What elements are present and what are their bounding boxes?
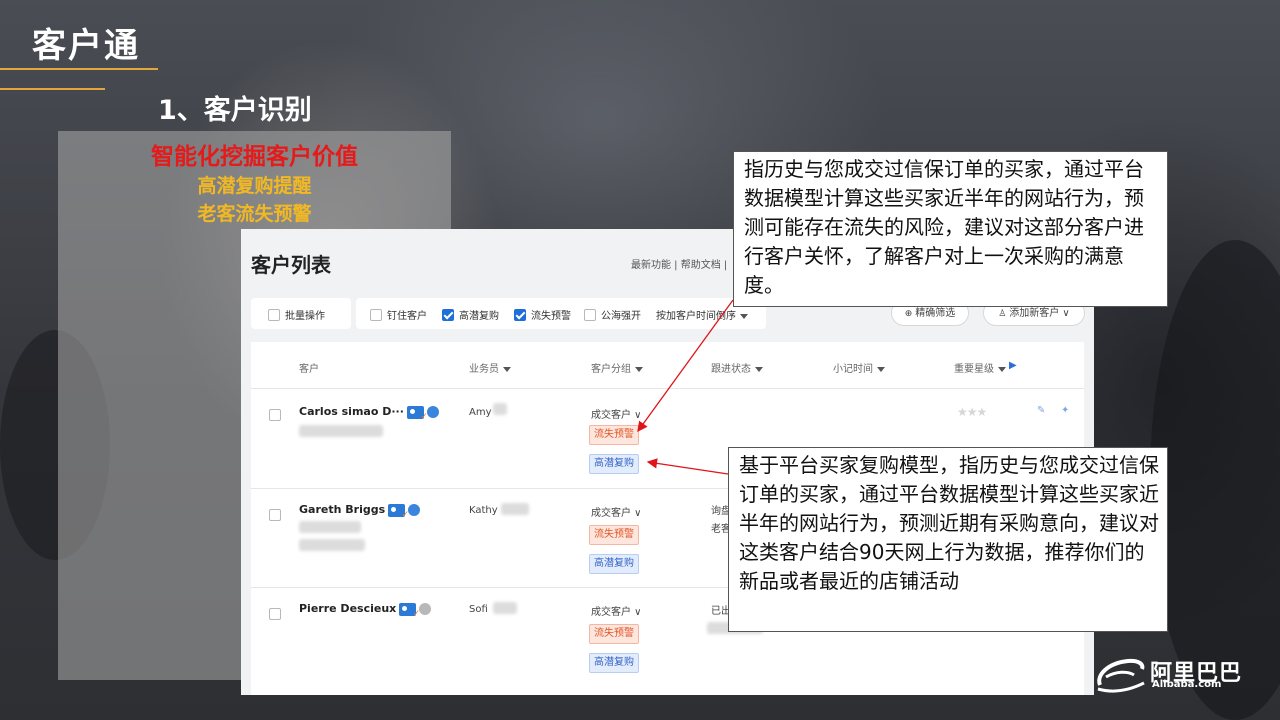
customer-group[interactable]: 成交客户 ∨ (591, 504, 642, 519)
business-card-icon[interactable]: ✓ (388, 503, 409, 520)
high-repurchase-tag: 高潜复购 (589, 454, 639, 474)
chevron-down-icon (998, 366, 1006, 372)
filter-high-repurchase[interactable]: 高潜复购 (442, 307, 499, 322)
title-underline-short (0, 88, 105, 90)
customer-name[interactable]: Carlos simao D··· ✓ (299, 405, 439, 422)
logo-en-text: Alibaba.com (1152, 679, 1222, 690)
high-repurchase-tag: 高潜复购 (589, 554, 639, 574)
chevron-down-icon: ∨ (631, 410, 642, 421)
alibaba-mark-icon (1097, 658, 1145, 693)
feature-churn: 老客流失预警 (197, 203, 312, 225)
agent-name: Amy (469, 407, 492, 418)
header-links[interactable]: 最新功能 | 帮助文档 | (631, 256, 727, 271)
col-header-note-time[interactable]: 小记时间 (833, 360, 885, 375)
row-checkbox[interactable] (269, 608, 281, 620)
alibaba-logo: 阿里巴巴 Alibaba.com (1094, 655, 1241, 699)
agent-name: Sofi (469, 604, 488, 615)
callout-churn-warning: 指历史与您成交过信保订单的买家，通过平台数据模型计算这些买家近半年的网站行为，预… (733, 151, 1168, 307)
page-title: 客户列表 (251, 253, 331, 277)
add-customer-label: 添加新客户 (1009, 308, 1060, 319)
customer-name[interactable]: Pierre Descieux ✓ (299, 602, 432, 619)
churn-warning-tag: 流失预警 (589, 624, 639, 644)
col-header-customer: 客户 (299, 364, 319, 375)
customer-group[interactable]: 成交客户 ∨ (591, 603, 642, 618)
sort-label: 按加客户时间倒序 (656, 311, 736, 322)
chevron-down-icon: ∨ (631, 508, 642, 519)
filter-pinned[interactable]: 钉住客户 (370, 307, 427, 322)
col-header-agent[interactable]: 业务员 (469, 360, 511, 375)
blurred-company (299, 425, 383, 437)
churn-warning-tag: 流失预警 (589, 525, 639, 545)
bulk-checkbox[interactable] (268, 309, 280, 321)
high-repurchase-checkbox[interactable] (442, 309, 454, 321)
customer-name[interactable]: Gareth Briggs ✓ (299, 503, 421, 520)
high-repurchase-tag: 高潜复购 (589, 653, 639, 673)
globe-icon[interactable] (419, 603, 432, 615)
business-card-icon[interactable]: ✓ (399, 602, 420, 619)
chevron-down-icon (740, 313, 748, 319)
pinned-checkbox[interactable] (370, 309, 382, 321)
callout-high-repurchase: 基于平台买家复购模型，指历史与您成交过信保订单的买家，通过平台数据模型计算这些买… (728, 447, 1168, 632)
agent-name: Kathy (469, 505, 498, 516)
chevron-down-icon (635, 366, 643, 372)
filter-public-pool-label: 公海强开 (601, 311, 641, 322)
chevron-down-icon: ∨ (1059, 308, 1070, 319)
churn-warning-tag: 流失预警 (589, 425, 639, 445)
filter-churn-warning[interactable]: 流失预警 (514, 307, 571, 322)
blurred-agent (493, 403, 507, 415)
title-underline (0, 68, 158, 70)
chevron-down-icon (877, 366, 885, 372)
chevron-down-icon: ∨ (631, 607, 642, 618)
chevron-down-icon (503, 366, 511, 372)
feature-repurchase: 高潜复购提醒 (197, 175, 312, 197)
user-icon: ♙ (998, 309, 1010, 319)
filter-pinned-label: 钉住客户 (387, 311, 427, 322)
section-subtitle: 1、客户识别 (158, 95, 312, 126)
slide-title: 客户通 (32, 26, 140, 66)
globe-icon[interactable] (426, 406, 439, 418)
blurred-contact (299, 539, 365, 551)
blurred-agent (493, 602, 517, 614)
public-pool-checkbox[interactable] (584, 309, 596, 321)
col-header-follow-status[interactable]: 跟进状态 (711, 360, 763, 375)
blurred-agent (501, 503, 529, 515)
filter-public-pool[interactable]: 公海强开 (584, 307, 641, 322)
chevron-down-icon (755, 366, 763, 372)
bulk-action-label: 批量操作 (285, 311, 325, 322)
churn-warning-checkbox[interactable] (514, 309, 526, 321)
sort-dropdown[interactable]: 按加客户时间倒序 (656, 307, 748, 322)
col-header-group[interactable]: 客户分组 (591, 360, 643, 375)
filter-bar: 钉住客户 高潜复购 流失预警 公海强开 按加客户时间倒序 (356, 298, 766, 329)
filter-high-repurchase-label: 高潜复购 (459, 311, 499, 322)
customer-group[interactable]: 成交客户 ∨ (591, 406, 642, 421)
business-card-icon[interactable]: ✓ (406, 405, 428, 422)
row-checkbox[interactable] (269, 409, 281, 421)
blurred-company (299, 521, 361, 533)
pin-icon[interactable]: ✦ (1061, 405, 1069, 416)
row-checkbox[interactable] (269, 509, 281, 521)
scroll-right-icon[interactable]: ▶ (1009, 360, 1017, 371)
col-header-star-rating[interactable]: 重要星级 (954, 360, 1006, 375)
star-rating[interactable]: ★★★ (957, 405, 987, 419)
precise-filter-label: 精确筛选 (915, 308, 956, 319)
search-icon: ⊕ (904, 309, 916, 319)
edit-icon[interactable]: ✎ (1037, 405, 1045, 416)
bulk-action[interactable]: 批量操作 (268, 307, 325, 322)
globe-icon[interactable] (408, 504, 421, 516)
filter-churn-warning-label: 流失预警 (531, 311, 571, 322)
bulk-action-box[interactable]: 批量操作 (251, 298, 351, 329)
feature-headline: 智能化挖掘客户价值 (151, 144, 358, 170)
